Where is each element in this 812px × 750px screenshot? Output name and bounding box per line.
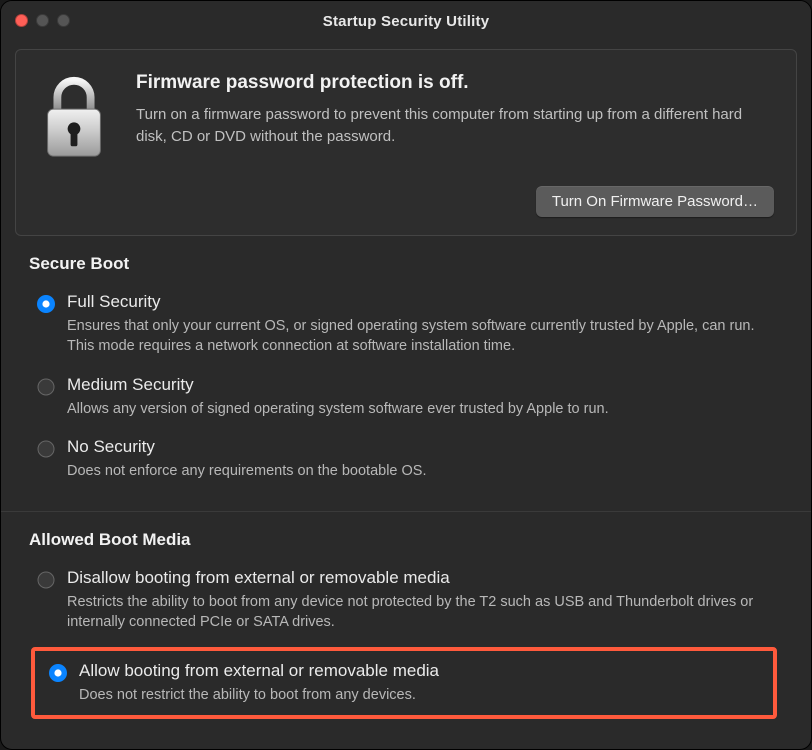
option-label: Medium Security (67, 375, 609, 395)
firmware-password-text: Firmware password protection is off. Tur… (136, 72, 774, 148)
allowed-boot-media-section: Allowed Boot Media Disallow booting from… (1, 511, 811, 729)
titlebar: Startup Security Utility (1, 1, 811, 41)
radio-unselected-icon (37, 440, 55, 458)
minimize-window-button[interactable] (36, 14, 49, 27)
secure-boot-option-full[interactable]: Full Security Ensures that only your cur… (29, 288, 783, 371)
allowed-boot-media-title: Allowed Boot Media (29, 530, 783, 550)
secure-boot-section: Secure Boot Full Security Ensures that o… (1, 236, 811, 505)
window: Startup Security Utility (0, 0, 812, 750)
turn-on-firmware-password-button[interactable]: Turn On Firmware Password… (536, 186, 774, 217)
maximize-window-button[interactable] (57, 14, 70, 27)
radio-unselected-icon (37, 378, 55, 396)
firmware-password-description: Turn on a firmware password to prevent t… (136, 104, 774, 148)
boot-media-option-disallow[interactable]: Disallow booting from external or remova… (29, 564, 783, 647)
option-label: No Security (67, 437, 427, 457)
radio-unselected-icon (37, 571, 55, 589)
option-label: Allow booting from external or removable… (79, 661, 439, 681)
secure-boot-option-none[interactable]: No Security Does not enforce any require… (29, 433, 783, 495)
window-title: Startup Security Utility (1, 13, 811, 30)
firmware-password-panel: Firmware password protection is off. Tur… (15, 49, 797, 236)
option-description: Ensures that only your current OS, or si… (67, 316, 783, 357)
option-label: Disallow booting from external or remova… (67, 568, 783, 588)
option-description: Does not enforce any requirements on the… (67, 461, 427, 481)
option-description: Allows any version of signed operating s… (67, 399, 609, 419)
traffic-lights (15, 14, 70, 27)
secure-boot-option-medium[interactable]: Medium Security Allows any version of si… (29, 371, 783, 433)
lock-icon (38, 72, 110, 160)
option-description: Restricts the ability to boot from any d… (67, 592, 783, 633)
radio-selected-icon (49, 664, 67, 682)
secure-boot-title: Secure Boot (29, 254, 783, 274)
radio-selected-icon (37, 295, 55, 313)
close-window-button[interactable] (15, 14, 28, 27)
highlighted-option: Allow booting from external or removable… (31, 647, 777, 719)
option-label: Full Security (67, 292, 783, 312)
boot-media-option-allow[interactable]: Allow booting from external or removable… (41, 657, 767, 713)
firmware-password-heading: Firmware password protection is off. (136, 72, 774, 94)
option-description: Does not restrict the ability to boot fr… (79, 685, 439, 705)
